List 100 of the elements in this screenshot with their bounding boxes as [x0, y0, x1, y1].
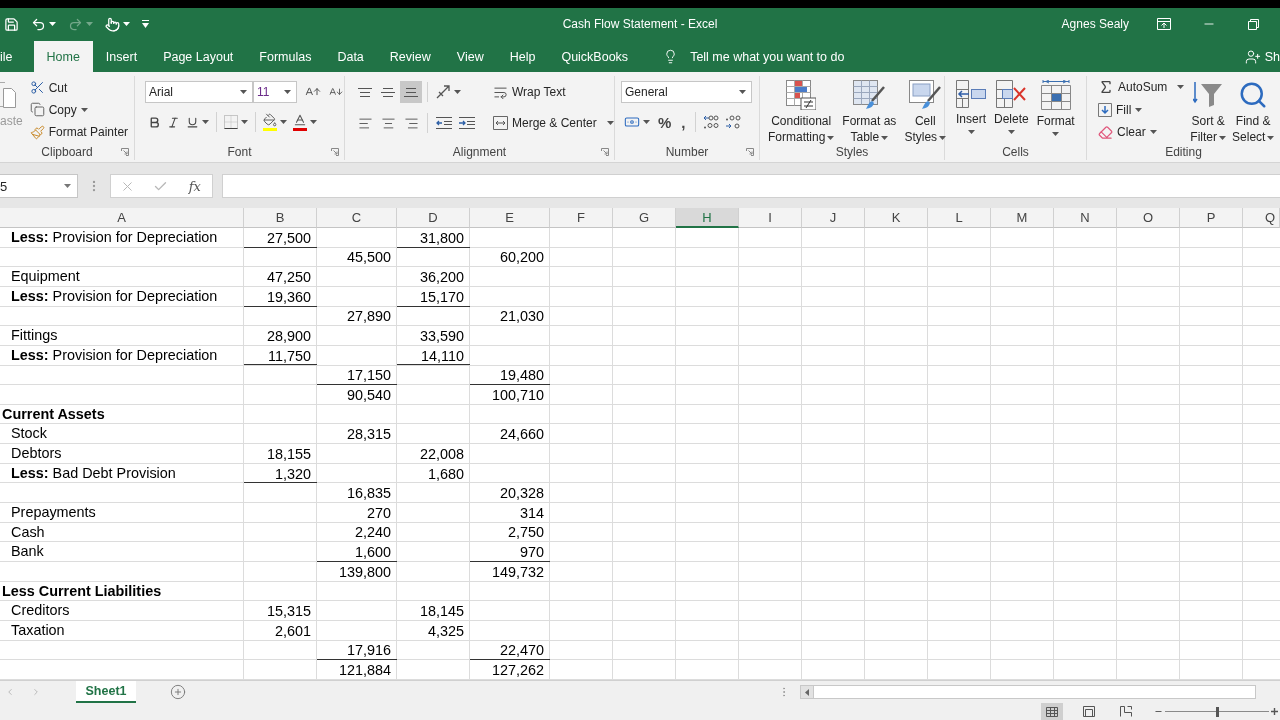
- name-box[interactable]: 5: [0, 174, 78, 198]
- amount-cell[interactable]: 19,480: [470, 365, 550, 386]
- amount-cell[interactable]: 18,145: [397, 601, 470, 621]
- amount-cell[interactable]: 100,710: [470, 385, 550, 405]
- fill-button[interactable]: Fill: [1095, 98, 1188, 121]
- amount-cell[interactable]: 127,262: [470, 660, 550, 680]
- amount-cell[interactable]: 17,916: [317, 640, 397, 661]
- sort-filter-button[interactable]: Sort & Filter: [1187, 78, 1230, 145]
- amount-cell[interactable]: 2,601: [244, 620, 317, 641]
- user-name[interactable]: Agnes Sealy: [1059, 17, 1131, 31]
- label-cell[interactable]: Fittings: [0, 326, 244, 346]
- amount-cell[interactable]: 139,800: [317, 561, 397, 582]
- column-header[interactable]: I: [739, 208, 802, 228]
- label-cell[interactable]: Prepayments: [0, 502, 244, 523]
- tell-me-search[interactable]: Tell me what you want to do: [657, 41, 851, 72]
- table-button[interactable]: Format as Table: [839, 78, 900, 143]
- amount-cell[interactable]: 90,540: [317, 385, 397, 405]
- cell-styles-button[interactable]: Cell Styles: [901, 78, 950, 143]
- align-bottom-button[interactable]: [400, 81, 422, 103]
- column-header[interactable]: G: [613, 208, 676, 228]
- label-cell[interactable]: Less: Provision for Depreciation: [0, 228, 244, 248]
- merge-center-button[interactable]: Merge & Center: [490, 112, 617, 134]
- amount-cell[interactable]: 27,500: [244, 228, 317, 248]
- cut-button[interactable]: Cut: [26, 77, 132, 99]
- ribbon-tab[interactable]: Help: [496, 41, 549, 72]
- amount-cell[interactable]: 1,320: [244, 463, 317, 484]
- ribbon-tab[interactable]: QuickBooks: [548, 41, 642, 72]
- zoom-slider-thumb[interactable]: [1215, 706, 1219, 717]
- label-cell[interactable]: Stock: [0, 424, 244, 445]
- amount-cell[interactable]: 15,170: [397, 286, 470, 307]
- share-button[interactable]: Sh: [1244, 41, 1280, 72]
- amount-cell[interactable]: 15,315: [244, 601, 317, 621]
- comma-style-button[interactable]: ,: [676, 111, 691, 133]
- amount-cell[interactable]: 16,835: [317, 483, 397, 503]
- autosum-button[interactable]: AutoSum: [1095, 76, 1188, 98]
- amount-cell[interactable]: 314: [470, 502, 550, 523]
- column-header[interactable]: E: [470, 208, 550, 228]
- amount-cell[interactable]: 2,240: [317, 522, 397, 543]
- new-sheet-button[interactable]: [170, 684, 186, 700]
- ribbon-tab[interactable]: Insert: [92, 41, 151, 72]
- column-header[interactable]: J: [802, 208, 865, 228]
- format-painter-button[interactable]: Format Painter: [26, 121, 132, 143]
- label-cell[interactable]: Taxation: [0, 620, 244, 641]
- amount-cell[interactable]: 1,680: [397, 463, 470, 484]
- label-cell[interactable]: Debtors: [0, 444, 244, 464]
- amount-cell[interactable]: 31,800: [397, 228, 470, 248]
- amount-cell[interactable]: 970: [470, 542, 550, 562]
- amount-cell[interactable]: 60,200: [470, 247, 550, 268]
- find-select-button[interactable]: Find & Select: [1229, 78, 1278, 145]
- normal-view-button[interactable]: [1041, 703, 1063, 720]
- amount-cell[interactable]: 20,328: [470, 483, 550, 503]
- label-cell[interactable]: Cash: [0, 522, 244, 543]
- amount-cell[interactable]: 36,200: [397, 267, 470, 287]
- label-cell[interactable]: Equipment: [0, 267, 244, 287]
- column-header[interactable]: D: [397, 208, 470, 228]
- section-heading-cell[interactable]: Less Current Liabilities: [0, 581, 244, 602]
- amount-cell[interactable]: 4,325: [397, 620, 470, 641]
- format-cells-button[interactable]: Format: [1033, 78, 1078, 143]
- insert-cells-button[interactable]: Insert: [953, 78, 989, 143]
- horizontal-scrollbar[interactable]: [800, 685, 1256, 699]
- column-header[interactable]: F: [550, 208, 613, 228]
- amount-cell[interactable]: 121,884: [317, 660, 397, 680]
- label-cell[interactable]: Less: Provision for Depreciation: [0, 286, 244, 307]
- ribbon-tab[interactable]: Data: [324, 41, 377, 72]
- column-header[interactable]: O: [1117, 208, 1180, 228]
- insert-function-button[interactable]: fx: [186, 178, 203, 194]
- label-cell[interactable]: Less: Bad Debt Provision: [0, 463, 244, 484]
- amount-cell[interactable]: 22,470: [470, 640, 550, 661]
- delete-cells-button[interactable]: Delete: [991, 78, 1032, 143]
- ribbon-tab[interactable]: ile: [0, 41, 34, 72]
- font-name-field[interactable]: Arial: [145, 81, 253, 103]
- scrollbar-thumb[interactable]: [813, 686, 1255, 698]
- formula-input[interactable]: [222, 174, 1280, 198]
- column-header[interactable]: B: [244, 208, 317, 228]
- amount-cell[interactable]: 22,008: [397, 444, 470, 464]
- amount-cell[interactable]: 28,900: [244, 326, 317, 346]
- font-size-field[interactable]: 11: [253, 81, 297, 103]
- amount-cell[interactable]: 2,750: [470, 522, 550, 543]
- amount-cell[interactable]: 24,660: [470, 424, 550, 445]
- amount-cell[interactable]: 33,590: [397, 326, 470, 346]
- conditional-button[interactable]: Conditional Formatting: [765, 78, 838, 143]
- amount-cell[interactable]: 149,732: [470, 561, 550, 582]
- amount-cell[interactable]: 270: [317, 502, 397, 523]
- number-format-field[interactable]: General: [621, 81, 752, 103]
- label-cell[interactable]: Bank: [0, 542, 244, 562]
- label-cell[interactable]: Creditors: [0, 601, 244, 621]
- amount-cell[interactable]: 21,030: [470, 306, 550, 327]
- column-header[interactable]: M: [991, 208, 1054, 228]
- column-header[interactable]: P: [1180, 208, 1243, 228]
- amount-cell[interactable]: 17,150: [317, 365, 397, 386]
- column-header[interactable]: Q: [1243, 208, 1280, 228]
- amount-cell[interactable]: 18,155: [244, 444, 317, 464]
- clear-button[interactable]: Clear: [1095, 121, 1188, 143]
- ribbon-tab[interactable]: Formulas: [246, 41, 325, 72]
- amount-cell[interactable]: 11,750: [244, 345, 317, 366]
- amount-cell[interactable]: 27,890: [317, 306, 397, 327]
- column-header[interactable]: N: [1054, 208, 1117, 228]
- percent-button[interactable]: %: [653, 111, 677, 133]
- column-header[interactable]: L: [928, 208, 991, 228]
- amount-cell[interactable]: 47,250: [244, 267, 317, 287]
